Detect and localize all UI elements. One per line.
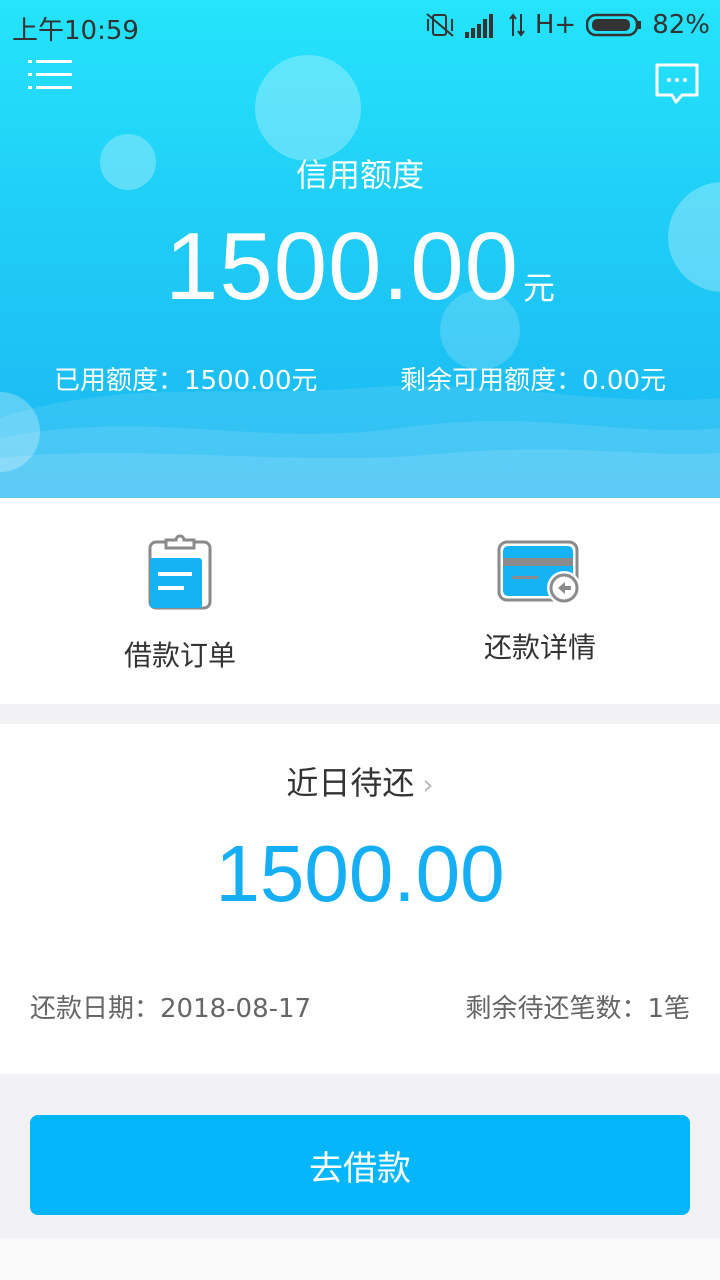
status-bar: 上午10:59 H+ 82% [0,0,720,50]
battery-icon [586,13,642,37]
remaining-credit: 剩余可用额度：0.00元 [400,366,666,396]
chevron-right-icon: › [422,768,434,801]
network-type: H+ [534,10,577,40]
upcoming-repayment-label: 近日待还 [286,764,415,802]
message-icon[interactable] [654,62,700,106]
repayment-details-label: 还款详情 [483,631,596,664]
credit-title: 信用额度 [295,156,424,194]
quick-actions: 借款订单 还款详情 [0,498,720,704]
vibrate-off-icon [426,13,454,37]
upcoming-repayment-card[interactable]: 近日待还 › 1500.00 还款日期：2018-08-17 剩余待还笔数：1笔 [0,724,720,1074]
borrow-button[interactable]: 去借款 [30,1115,690,1215]
bottom-strip [0,1238,720,1280]
decor-bubble [255,55,361,161]
repayment-details-button[interactable]: 还款详情 [360,498,720,704]
credit-hero: 上午10:59 H+ 82% 信用额度 1500.00 元 已用额度：1500.… [0,0,720,498]
credit-amount-value: 1500.00 [164,213,519,320]
used-credit: 已用额度：1500.00元 [54,366,318,396]
upcoming-repayment-title[interactable]: 近日待还 › [0,758,720,804]
data-arrows-icon [509,13,525,37]
remaining-installments: 剩余待还笔数：1笔 [465,994,690,1024]
status-icons: H+ 82% [425,10,710,40]
credit-amount-unit: 元 [523,269,556,307]
clipboard-icon [148,534,212,610]
repayment-amount: 1500.00 [215,829,505,918]
loan-orders-label: 借款订单 [123,639,236,672]
menu-icon[interactable] [28,58,74,92]
battery-percent: 82% [652,10,710,40]
card-return-icon [497,540,581,605]
signal-icon [464,14,493,38]
credit-amount: 1500.00 元 [0,212,720,322]
loan-orders-button[interactable]: 借款订单 [0,498,360,704]
status-time: 上午10:59 [12,16,139,46]
repayment-date: 还款日期：2018-08-17 [30,994,312,1024]
